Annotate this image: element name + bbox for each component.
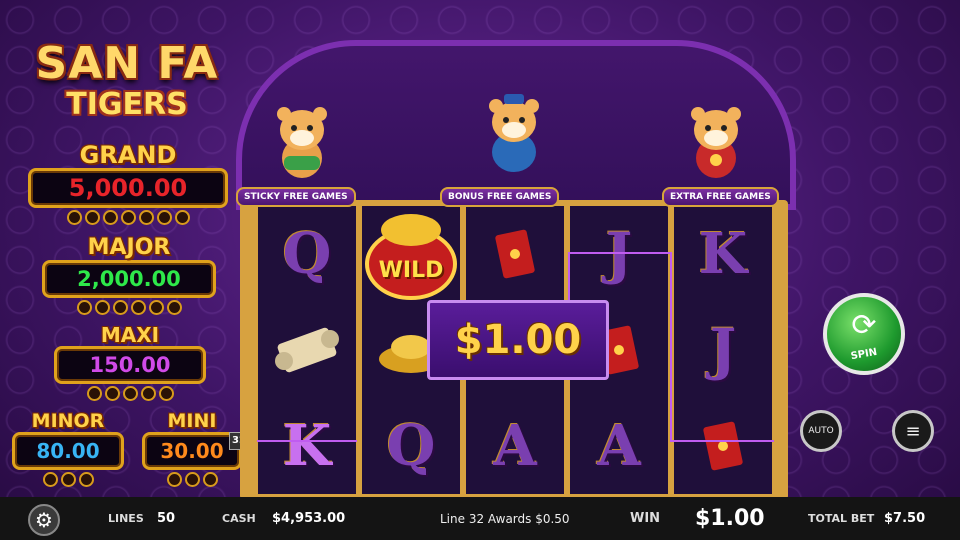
scroll-icon (258, 302, 356, 398)
jackpot-grand-value: 5,000.00 (28, 168, 228, 208)
jackpot-maxi: MAXI 150.00 (54, 324, 206, 401)
total-bet-label: TOTAL BET (808, 512, 875, 525)
reel-1-symbol-1: Q (282, 221, 332, 287)
auto-label: AUTO (808, 426, 834, 436)
reel-5-symbol-1: K (698, 221, 748, 287)
tiger-mascot-left (277, 107, 327, 178)
logo-line2: TIGERS (66, 87, 188, 122)
reel-3-symbol-3: A (493, 413, 537, 479)
lines-label: LINES (108, 512, 144, 525)
red-envelope-icon (674, 398, 772, 494)
bonus-free-games-label: BONUS FREE GAMES (440, 187, 560, 207)
win-label: WIN (630, 511, 661, 526)
bet-coins-button[interactable]: ≡ (892, 410, 934, 452)
wild-symbol: WILD (362, 206, 460, 302)
lines-value: 50 (157, 511, 176, 526)
tiger-mascot-right (691, 107, 741, 178)
jackpot-mini: MINI 30.00 (142, 410, 242, 487)
red-envelope-icon (466, 206, 564, 302)
coin-stack-icon: ≡ (905, 420, 921, 442)
spin-arrow-icon: ⟳ (851, 308, 877, 343)
jackpot-mini-label: MINI (167, 410, 217, 432)
jackpot-maxi-coins (54, 386, 206, 401)
reel-1: Q K (258, 206, 356, 494)
jackpot-grand: GRAND 5,000.00 (28, 142, 228, 225)
jackpot-major-value: 2,000.00 (42, 260, 216, 298)
bottom-bar: LINES 50 CASH $4,953.00 Line 32 Awards $… (0, 497, 960, 540)
tiger-mascot-center (489, 94, 539, 172)
game-logo: SAN FA TIGERS (12, 40, 242, 132)
jackpot-major-coins (42, 300, 216, 315)
reel-4-symbol-1: J (605, 221, 633, 287)
jackpot-maxi-label: MAXI (100, 323, 160, 347)
payline-segment (670, 252, 672, 442)
settings-gear-icon[interactable]: ⚙ (28, 504, 60, 536)
cash-label: CASH (222, 512, 256, 525)
jackpot-major-label: MAJOR (87, 235, 171, 260)
status-message: Line 32 Awards $0.50 (440, 511, 570, 526)
reel-5: K J (674, 206, 772, 494)
payline-segment (568, 252, 570, 302)
wild-label: WILD (378, 258, 444, 283)
reel-4-symbol-3: A (597, 413, 641, 479)
logo-line1: SAN FA (35, 38, 219, 89)
jackpot-grand-label: GRAND (79, 141, 177, 169)
auto-spin-button[interactable]: AUTO (800, 410, 842, 452)
jackpot-minor-label: MINOR (31, 410, 105, 432)
payline-segment (568, 252, 670, 254)
reel-2-symbol-3: Q (386, 413, 436, 479)
cash-value: $4,953.00 (272, 511, 346, 526)
jackpot-mini-value: 30.00 (142, 432, 242, 470)
extra-free-games-label: EXTRA FREE GAMES (662, 187, 779, 207)
win-amount-banner: $1.00 (427, 300, 609, 380)
jackpot-major: MAJOR 2,000.00 (42, 236, 216, 315)
sticky-free-games-label: STICKY FREE GAMES (236, 187, 356, 207)
reel-1-symbol-3: K (282, 413, 332, 479)
spin-button[interactable]: ⟳ SPIN (823, 293, 905, 375)
win-value: $1.00 (695, 506, 765, 531)
payline-segment (670, 440, 774, 442)
jackpot-minor: MINOR 80.00 (12, 410, 124, 487)
jackpot-maxi-value: 150.00 (54, 346, 206, 384)
jackpot-minor-coins (12, 472, 124, 487)
jackpot-grand-coins (28, 210, 228, 225)
payline-segment (257, 440, 357, 442)
total-bet-value: $7.50 (884, 511, 926, 526)
jackpot-mini-coins (142, 472, 242, 487)
reel-5-symbol-2: J (709, 317, 737, 383)
jackpot-minor-value: 80.00 (12, 432, 124, 470)
